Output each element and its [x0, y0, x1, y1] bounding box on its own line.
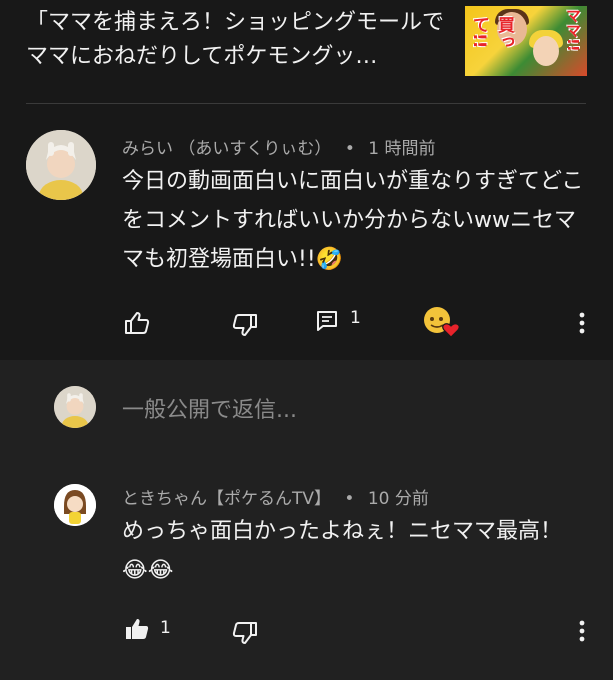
reply-comment: ときちゃん【ポケるんTV】 • 10 分前 めっちゃ面白かったよねぇ！ニセママ最…	[0, 456, 613, 680]
video-thumbnail[interactable]: 買って!! ママ!!	[465, 6, 587, 76]
reply-count: 1	[350, 308, 361, 328]
avatar-image-icon	[26, 130, 96, 200]
thumbs-up-filled-icon	[126, 619, 149, 639]
comment-author[interactable]: みらい （あいすくりぃむ）	[122, 139, 331, 159]
thumbnail-text-right: ママ!!	[564, 8, 582, 52]
comment-text: 今日の動画面白いに面白いが重なりすぎてどこをコメントすればいいか分からないwwニ…	[122, 169, 584, 272]
reply-meta: ときちゃん【ポケるんTV】 • 10 分前	[122, 484, 429, 509]
like-button[interactable]	[120, 306, 154, 340]
creator-heart	[420, 302, 464, 342]
comment-meta: みらい （あいすくりぃむ） • 1 時間前	[122, 134, 435, 159]
reply-like-button[interactable]	[120, 612, 154, 646]
reply-input[interactable]: 一般公開で返信...	[122, 392, 297, 424]
reply-time: 10 分前	[367, 489, 429, 509]
dislike-button[interactable]	[228, 308, 262, 342]
reply-more-options-button[interactable]	[570, 616, 594, 646]
separator-dot: •	[344, 139, 355, 159]
more-options-button[interactable]	[570, 308, 594, 338]
reply-dislike-button[interactable]	[228, 616, 262, 650]
avatar-image-icon	[54, 484, 96, 526]
video-header[interactable]: 「ママを捕まえろ！ショッピングモールでママにおねだりしてポケモングッ… 買って!…	[0, 0, 613, 104]
reply-like-count: 1	[160, 618, 171, 638]
more-vert-icon	[579, 312, 585, 334]
comment-time: 1 時間前	[368, 139, 436, 159]
thumbs-up-icon	[125, 312, 150, 334]
reply-author[interactable]: ときちゃん【ポケるんTV】	[122, 489, 331, 509]
creator-heart-icon	[424, 307, 460, 338]
more-vert-icon	[579, 620, 585, 642]
avatar[interactable]	[26, 130, 96, 200]
video-title[interactable]: 「ママを捕まえろ！ショッピングモールでママにおねだりしてポケモングッ…	[26, 6, 456, 74]
reply-input-area: 一般公開で返信...	[0, 360, 613, 456]
reply-button[interactable]	[312, 306, 342, 336]
avatar-image-icon	[54, 386, 96, 428]
comment-icon	[317, 311, 337, 331]
thumbs-down-icon	[232, 622, 257, 644]
thumbnail-figure	[533, 36, 559, 66]
thumbnail-text-left: 買って!!	[469, 16, 514, 50]
comment: みらい （あいすくりぃむ） • 1 時間前 今日の動画面白いに面白いが重なりすぎ…	[0, 104, 613, 360]
current-user-avatar	[54, 386, 96, 428]
reply-avatar[interactable]	[54, 484, 96, 526]
thumbs-down-icon	[232, 314, 257, 336]
separator-dot: •	[344, 489, 355, 509]
reply-text: めっちゃ面白かったよねぇ！ニセママ最高！😂😂	[122, 519, 563, 583]
